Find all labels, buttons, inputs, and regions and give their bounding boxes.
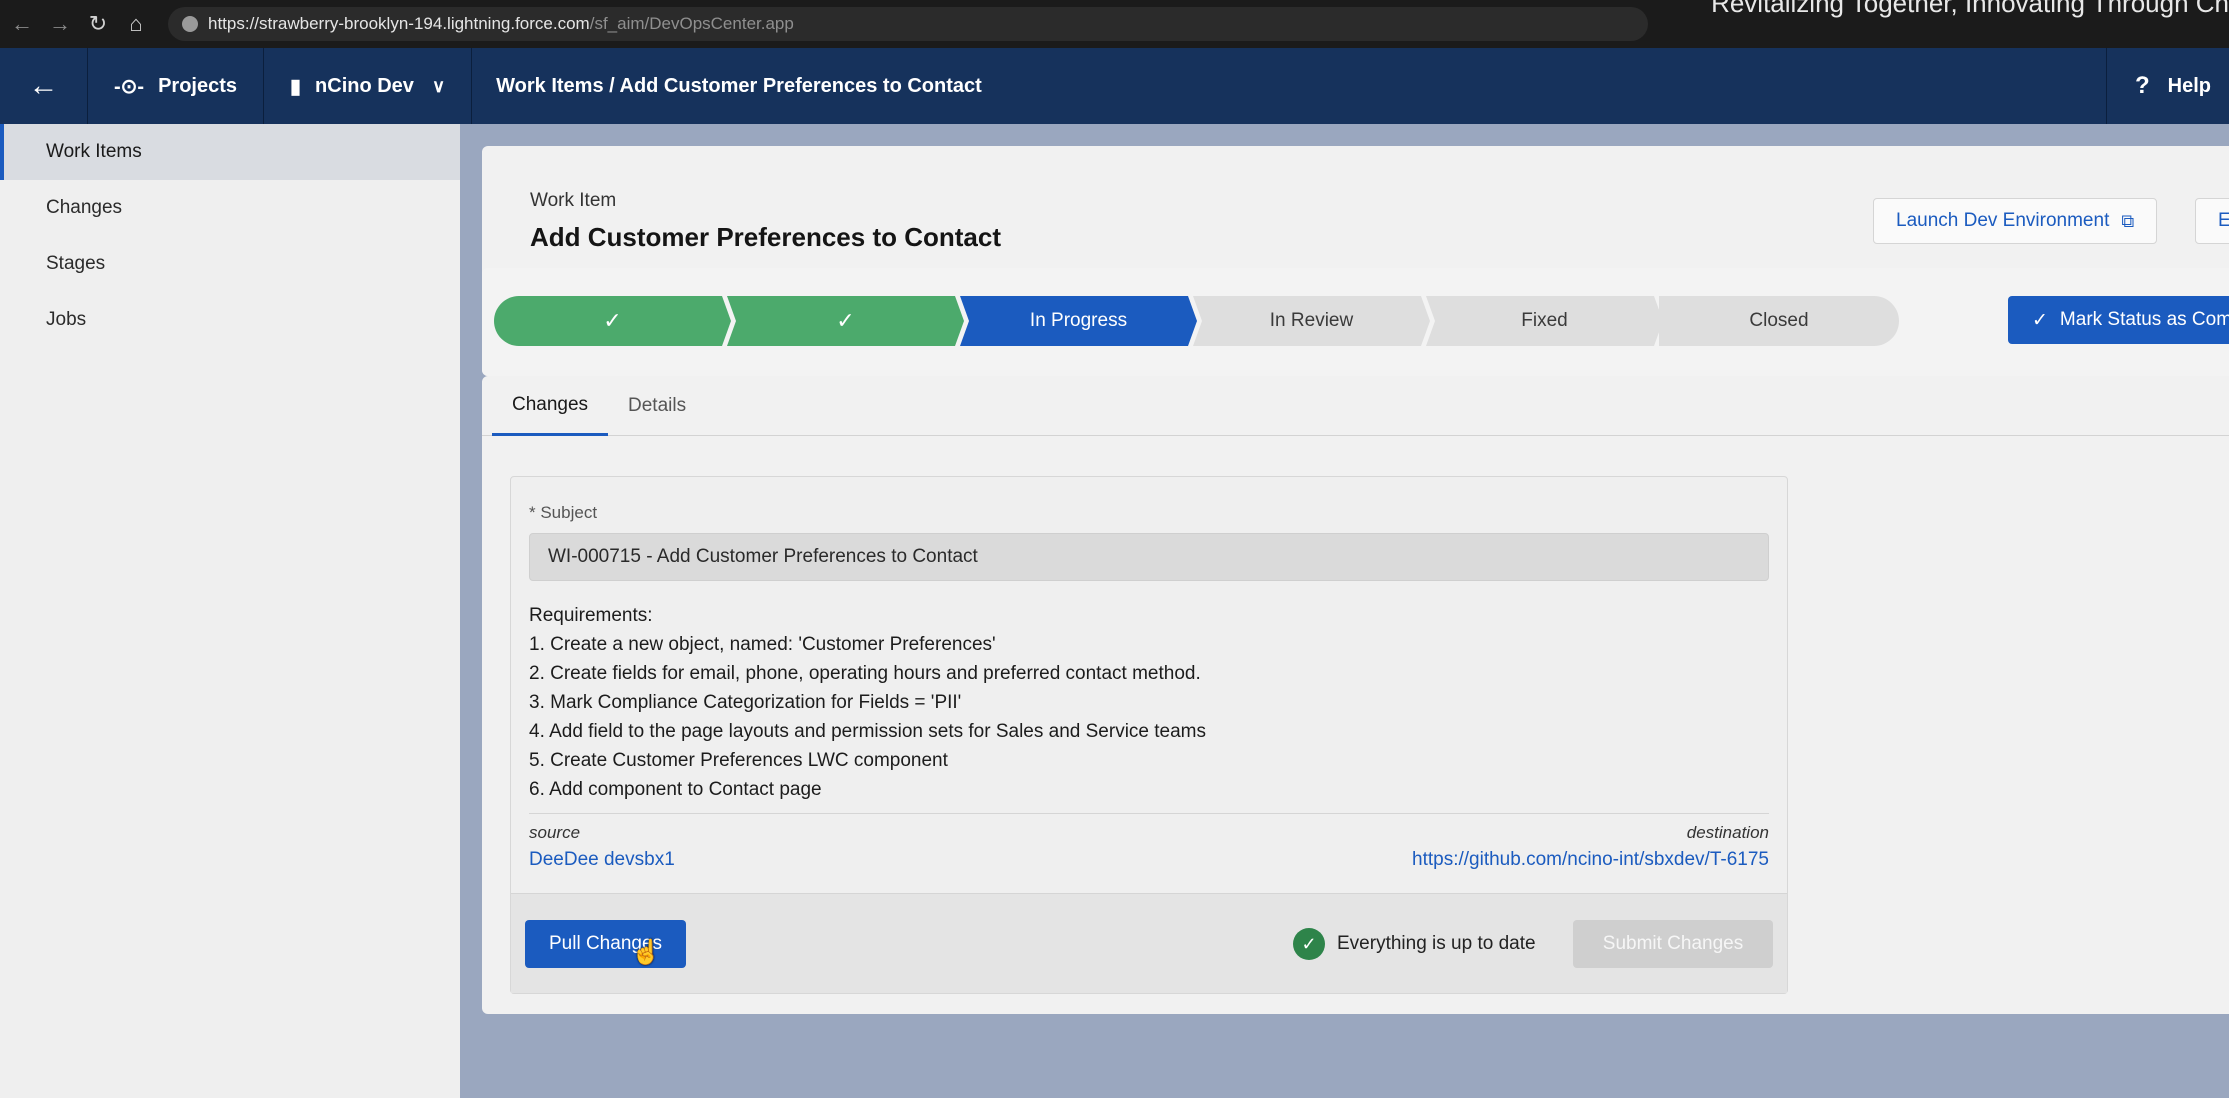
external-open-icon: ⧉ bbox=[2121, 210, 2135, 231]
status-path-card: ✓ ✓ In Progress In Review Fixed Closed ✓… bbox=[482, 268, 2229, 376]
browser-reload-icon[interactable]: ↻ bbox=[82, 11, 114, 37]
work-item-type-label: Work Item bbox=[530, 190, 617, 211]
project-name: nCino Dev bbox=[315, 74, 414, 97]
tab-details[interactable]: Details bbox=[628, 376, 686, 436]
subject-field[interactable]: WI-000715 - Add Customer Preferences to … bbox=[529, 533, 1769, 581]
address-bar[interactable]: https://strawberry-brooklyn-194.lightnin… bbox=[168, 7, 1648, 41]
check-icon: ✓ bbox=[2032, 309, 2048, 331]
requirements-text: Requirements: 1. Create a new object, na… bbox=[529, 601, 1206, 804]
changes-footer: Pull Changes ☝ ✓ Everything is up to dat… bbox=[511, 893, 1787, 993]
mark-complete-label: Mark Status as Complete bbox=[2059, 309, 2229, 330]
requirement-item: 5. Create Customer Preferences LWC compo… bbox=[529, 750, 948, 771]
path-step-2[interactable]: ✓ bbox=[727, 296, 964, 346]
status-path: ✓ ✓ In Progress In Review Fixed Closed bbox=[494, 296, 1899, 346]
subject-label: * Subject bbox=[529, 503, 598, 522]
browser-forward-icon[interactable]: → bbox=[44, 11, 76, 37]
path-step-in-review[interactable]: In Review bbox=[1193, 296, 1430, 346]
changes-panel: * Subject WI-000715 - Add Customer Prefe… bbox=[510, 476, 1788, 994]
sidebar-item-stages[interactable]: Stages bbox=[0, 236, 460, 292]
divider bbox=[529, 813, 1769, 814]
site-info-icon[interactable] bbox=[182, 16, 198, 32]
help-label: Help bbox=[2167, 74, 2211, 97]
hand-cursor-icon: ☝ bbox=[631, 939, 661, 966]
page-title: Add Customer Preferences to Contact bbox=[530, 222, 1001, 252]
requirement-item: 2. Create fields for email, phone, opera… bbox=[529, 663, 1201, 684]
help-button[interactable]: ? Help bbox=[2105, 48, 2229, 124]
sidebar-item-changes[interactable]: Changes bbox=[0, 180, 460, 236]
destination-link[interactable]: https://github.com/ncino-int/sbxdev/T-61… bbox=[1412, 849, 1769, 871]
requirement-item: 1. Create a new object, named: 'Customer… bbox=[529, 634, 996, 655]
requirement-item: 6. Add component to Contact page bbox=[529, 779, 822, 800]
arrow-left-icon: ← bbox=[28, 69, 59, 102]
document-icon: ▮ bbox=[290, 75, 302, 98]
main-content: Work Item Add Customer Preferences to Co… bbox=[460, 124, 2229, 1098]
requirement-item: 4. Add field to the page layouts and per… bbox=[529, 721, 1206, 742]
sync-status-text: Everything is up to date bbox=[1337, 933, 1536, 954]
mark-status-complete-button[interactable]: ✓ Mark Status as Complete bbox=[2008, 296, 2229, 344]
projects-icon: -⊙- bbox=[114, 75, 145, 98]
question-icon: ? bbox=[2134, 72, 2150, 99]
path-step-fixed[interactable]: Fixed bbox=[1426, 296, 1663, 346]
url-host: https://strawberry-brooklyn-194.lightnin… bbox=[208, 14, 590, 33]
submit-changes-button[interactable]: Submit Changes bbox=[1573, 920, 1773, 968]
pull-changes-button[interactable]: Pull Changes bbox=[525, 920, 687, 968]
breadcrumb: Work Items / Add Customer Preferences to… bbox=[496, 74, 982, 97]
destination-label: destination bbox=[1686, 823, 1769, 842]
tab-bar: Changes Details bbox=[482, 376, 2229, 436]
app-header: ← -⊙- Projects ▮ nCino Dev ∨ Work Items … bbox=[0, 48, 2229, 124]
path-step-closed[interactable]: Closed bbox=[1659, 296, 1899, 346]
url-path: /sf_aim/DevOpsCenter.app bbox=[589, 14, 794, 33]
back-button[interactable]: ← bbox=[0, 48, 88, 124]
projects-button[interactable]: -⊙- Projects bbox=[88, 48, 265, 124]
path-step-1[interactable]: ✓ bbox=[494, 296, 731, 346]
browser-back-icon[interactable]: ← bbox=[6, 11, 38, 37]
tab-changes[interactable]: Changes bbox=[492, 376, 608, 436]
edit-button[interactable]: Edit bbox=[2195, 198, 2229, 244]
chevron-down-icon: ∨ bbox=[431, 75, 446, 96]
source-label: source bbox=[529, 823, 581, 842]
changes-card: Changes Details * Subject WI-000715 - Ad… bbox=[482, 376, 2229, 1014]
path-step-in-progress[interactable]: In Progress bbox=[960, 296, 1197, 346]
browser-home-icon[interactable]: ⌂ bbox=[120, 11, 152, 37]
browser-toolbar: ← → ↻ ⌂ https://strawberry-brooklyn-194.… bbox=[0, 0, 2229, 48]
project-selector[interactable]: ▮ nCino Dev ∨ bbox=[264, 48, 473, 124]
sidebar-item-work-items[interactable]: Work Items bbox=[0, 124, 460, 180]
video-overlay-caption: Revitalizing Together, Innovating Throug… bbox=[1711, 0, 2229, 18]
success-check-icon: ✓ bbox=[1293, 928, 1325, 960]
sync-status: ✓ Everything is up to date bbox=[1293, 928, 1536, 960]
launch-button-label: Launch Dev Environment bbox=[1896, 210, 2110, 231]
source-link[interactable]: DeeDee devsbx1 bbox=[529, 849, 675, 871]
requirement-item: 3. Mark Compliance Categorization for Fi… bbox=[529, 692, 962, 713]
sidebar-item-jobs[interactable]: Jobs bbox=[0, 292, 460, 348]
edit-button-label: Edit bbox=[2218, 210, 2229, 231]
projects-label: Projects bbox=[158, 74, 238, 97]
sidebar: Work Items Changes Stages Jobs bbox=[0, 124, 460, 1098]
requirements-heading: Requirements: bbox=[529, 605, 653, 626]
launch-dev-environment-button[interactable]: Launch Dev Environment ⧉ bbox=[1873, 198, 2158, 244]
